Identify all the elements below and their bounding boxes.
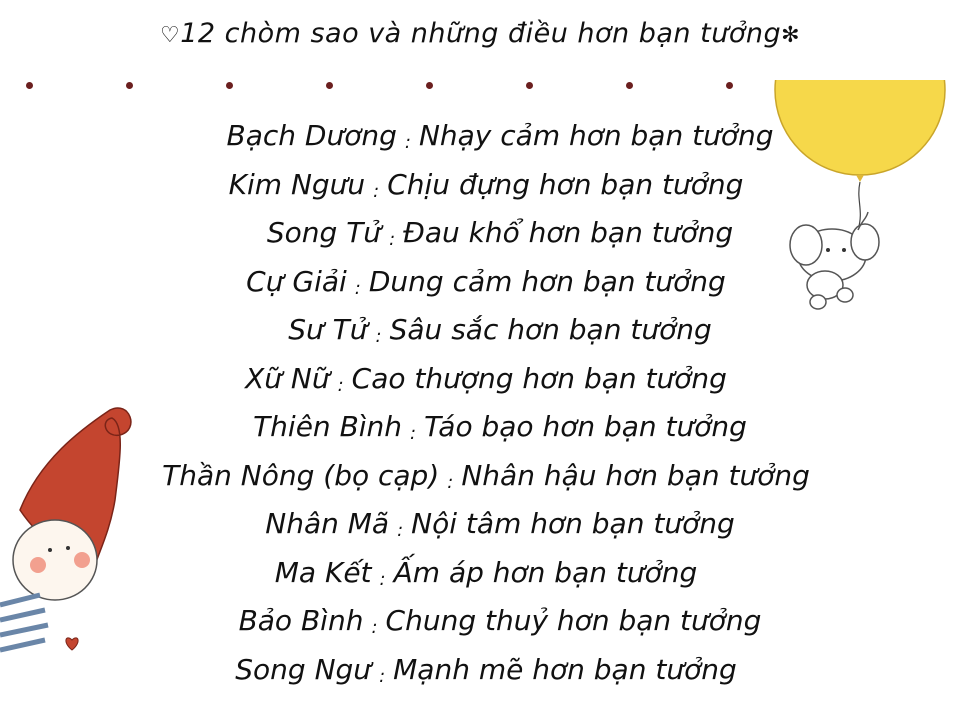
sign-trait: Táo bạo hơn bạn tưởng [424, 410, 747, 443]
divider-dot [526, 82, 533, 89]
sign-name: Ma Kết [274, 555, 372, 589]
sign-name: Kim Ngưu [228, 167, 366, 201]
separator: : [375, 326, 382, 347]
sign-name: Song Ngư [235, 652, 372, 686]
separator: : [379, 665, 386, 687]
separator: : [337, 374, 344, 396]
page-title: ♡12 chòm sao và những điều hơn bạn tưởng… [0, 18, 960, 49]
heart-icon: ♡ [159, 23, 181, 48]
title-text: 12 chòm sao và những điều hơn bạn tưởng [180, 18, 782, 49]
sign-name: Song Tử [266, 216, 382, 249]
sign-name: Thiên Bình [253, 410, 403, 443]
separator: : [404, 132, 411, 153]
separator: : [379, 568, 386, 590]
sign-trait: Mạnh mẽ hơn bạn tưởng [393, 652, 737, 686]
separator: : [373, 180, 380, 202]
sign-trait: Nội tâm hơn bạn tưởng [411, 507, 735, 540]
list-item: Thần Nông (bọ cạp): Nhân hậu hơn bạn tưởn… [6, 452, 960, 501]
divider-dot [226, 82, 233, 89]
sign-name: Bảo Bình [238, 604, 364, 637]
list-item: Nhân Mã: Nội tâm hơn bạn tưởng [20, 500, 960, 549]
list-item: Bảo Bình: Chung thuỷ hơn bạn tưởng [20, 597, 960, 646]
divider-dot [626, 82, 633, 89]
sign-trait: Chung thuỷ hơn bạn tưởng [385, 604, 762, 637]
separator: : [371, 617, 378, 638]
sign-trait: Cao thượng hơn bạn tưởng [351, 361, 727, 395]
separator: : [447, 471, 454, 493]
sign-trait: Dung cảm hơn bạn tưởng [368, 264, 726, 298]
list-item: Ma Kết: Ấm áp hơn bạn tưởng [6, 549, 960, 598]
sign-trait: Chịu đựng hơn bạn tưởng [387, 167, 744, 201]
list-item: Thiên Bình: Táo bạo hơn bạn tưởng [20, 403, 960, 452]
divider-dot [426, 82, 433, 89]
separator: : [410, 423, 417, 444]
separator: : [397, 520, 404, 541]
divider-dot [26, 82, 33, 89]
list-item: Bạch Dương: Nhạy cảm hơn bạn tưởng [20, 112, 960, 161]
zodiac-list: Bạch Dương: Nhạy cảm hơn bạn tưởng Kim Ng… [0, 112, 960, 694]
sign-name: Cự Giải [246, 264, 347, 298]
sign-name: Bạch Dương [226, 119, 397, 152]
list-item: Xữ Nữ: Cao thượng hơn bạn tưởng [6, 355, 960, 404]
flower-icon: ✻ [781, 23, 801, 48]
divider-dot [126, 82, 133, 89]
divider-dot [326, 82, 333, 89]
sign-trait: Sâu sắc hơn bạn tưởng [389, 313, 712, 346]
list-item: Song Ngư: Mạnh mẽ hơn bạn tưởng [6, 646, 960, 695]
sign-trait: Nhân hậu hơn bạn tưởng [461, 458, 810, 492]
list-item: Kim Ngưu: Chịu đựng hơn bạn tưởng [6, 161, 960, 210]
list-item: Sư Tử: Sâu sắc hơn bạn tưởng [20, 306, 960, 355]
separator: : [389, 229, 396, 250]
sign-trait: Nhạy cảm hơn bạn tưởng [418, 119, 774, 152]
list-item: Song Tử: Đau khổ hơn bạn tưởng [20, 209, 960, 258]
sign-trait: Ấm áp hơn bạn tưởng [393, 555, 698, 589]
sign-trait: Đau khổ hơn bạn tưởng [403, 216, 734, 249]
sign-name: Nhân Mã [265, 507, 390, 540]
separator: : [354, 277, 361, 299]
divider-dot [726, 82, 733, 89]
list-item: Cự Giải: Dung cảm hơn bạn tưởng [6, 258, 960, 307]
sign-name: Xữ Nữ [245, 361, 330, 395]
sign-name: Sư Tử [288, 313, 368, 346]
sign-name: Thần Nông (bọ cạp) [162, 458, 440, 492]
